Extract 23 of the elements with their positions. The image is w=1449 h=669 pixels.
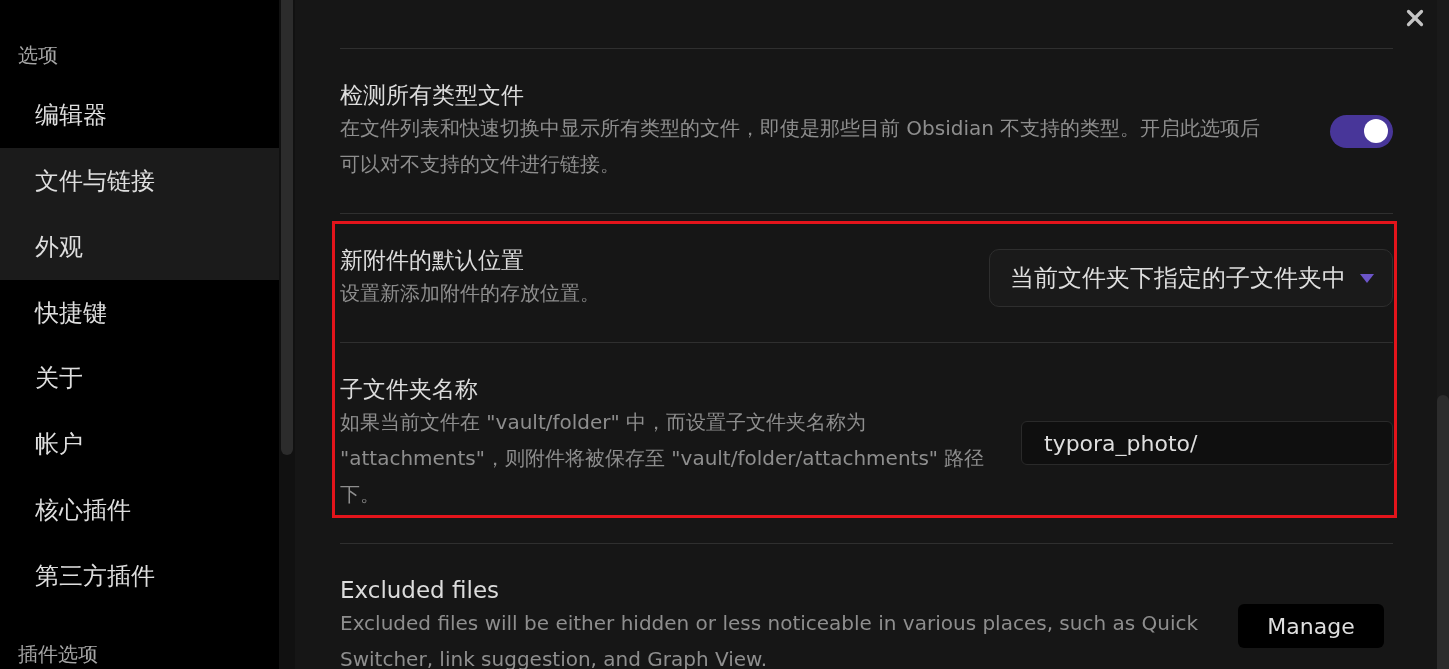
setting-title: Excluded files — [340, 576, 501, 605]
sidebar-item[interactable]: 帐户 — [0, 411, 279, 478]
sidebar-item[interactable]: 快捷键 — [0, 279, 279, 346]
setting-description: 在文件列表和快速切换中显示所有类型的文件，即使是那些目前 Obsidian 不支持的类型。开启此选项后可以对不支持的文件进行链接。 — [340, 115, 1262, 178]
dropdown[interactable]: 当前文件夹下指定的子文件夹中 — [989, 249, 1393, 307]
manage-button[interactable]: Manage — [1238, 604, 1384, 648]
sidebar-section-title: 选项 — [17, 42, 59, 69]
sidebar-item[interactable]: 核心插件 — [0, 477, 279, 544]
setting-title: 子文件夹名称 — [340, 375, 479, 404]
sidebar-item[interactable]: 外观 — [0, 213, 279, 280]
sidebar-item[interactable]: 编辑器 — [0, 82, 279, 148]
sidebar-section-title: 插件选项 — [17, 641, 99, 668]
toggle-switch[interactable] — [1330, 114, 1393, 148]
sidebar-item[interactable]: 第三方插件 — [0, 543, 279, 609]
scrollbar-thumb[interactable] — [281, 0, 293, 455]
setting-description: 如果当前文件在 "vault/folder" 中，而设置子文件夹名称为 "attachments"，则附件将被保存至 "vault/folder/attachments" 路径下。 — [340, 409, 986, 508]
sidebar-item[interactable]: 文件与链接 — [0, 147, 279, 214]
text-field[interactable]: typora_photo/ — [1021, 421, 1393, 465]
caret-icon — [1360, 273, 1374, 283]
setting-title: 新附件的默认位置 — [340, 246, 525, 275]
sidebar-item[interactable]: 关于 — [0, 345, 279, 412]
setting-title: 检测所有类型文件 — [340, 81, 525, 110]
setting-description: 设置新添加附件的存放位置。 — [340, 280, 601, 307]
